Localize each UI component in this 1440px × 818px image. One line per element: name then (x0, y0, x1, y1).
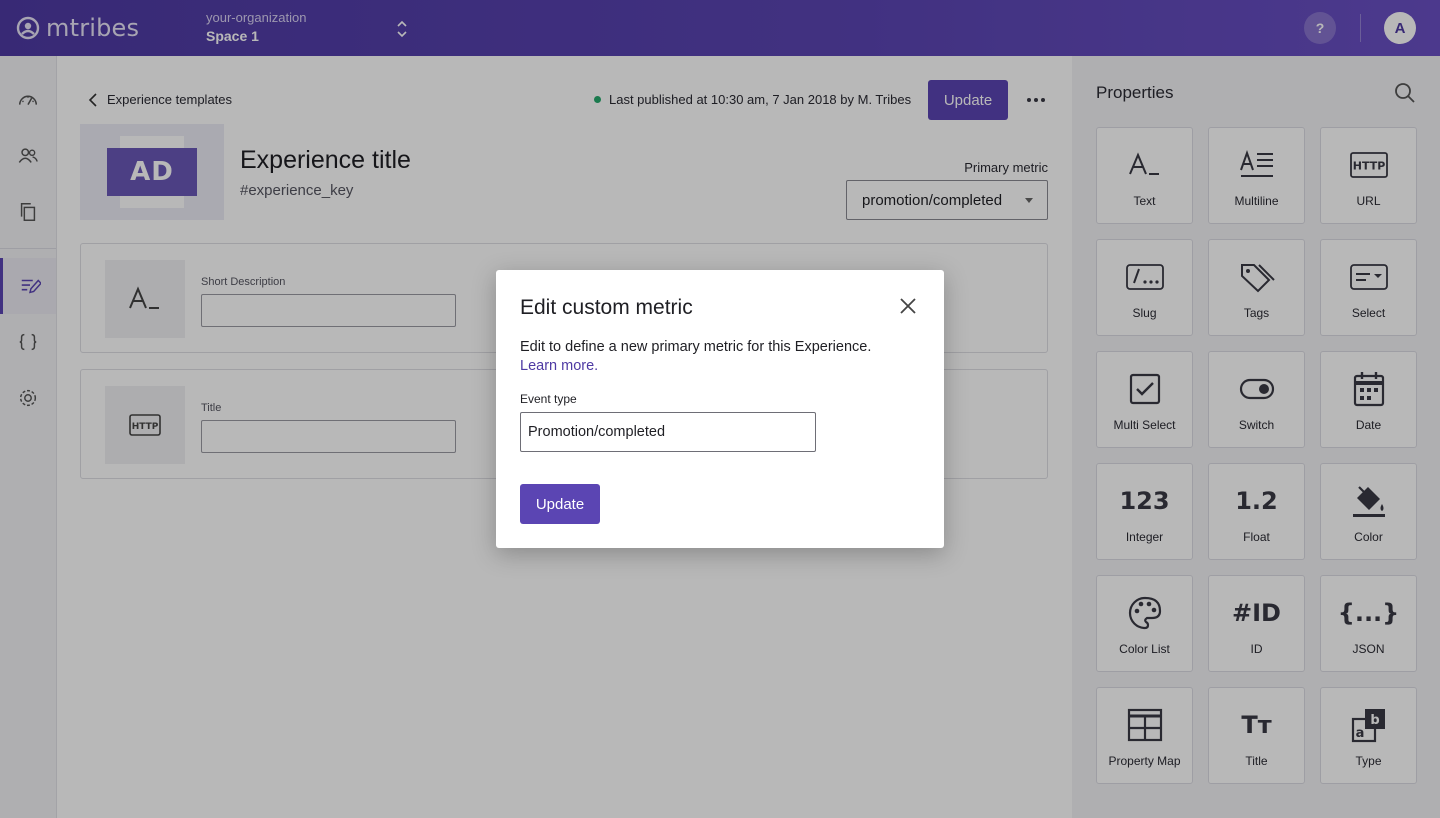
edit-custom-metric-dialog: Edit custom metric Edit to define a new … (496, 270, 944, 548)
dialog-update-button[interactable]: Update (520, 484, 600, 524)
event-type-label: Event type (520, 392, 577, 406)
learn-more-link[interactable]: Learn more. (520, 357, 598, 376)
dialog-title: Edit custom metric (520, 296, 693, 319)
dialog-description: Edit to define a new primary metric for … (520, 339, 872, 355)
event-type-input[interactable]: Promotion/completed (520, 412, 816, 452)
close-icon[interactable] (898, 296, 918, 316)
